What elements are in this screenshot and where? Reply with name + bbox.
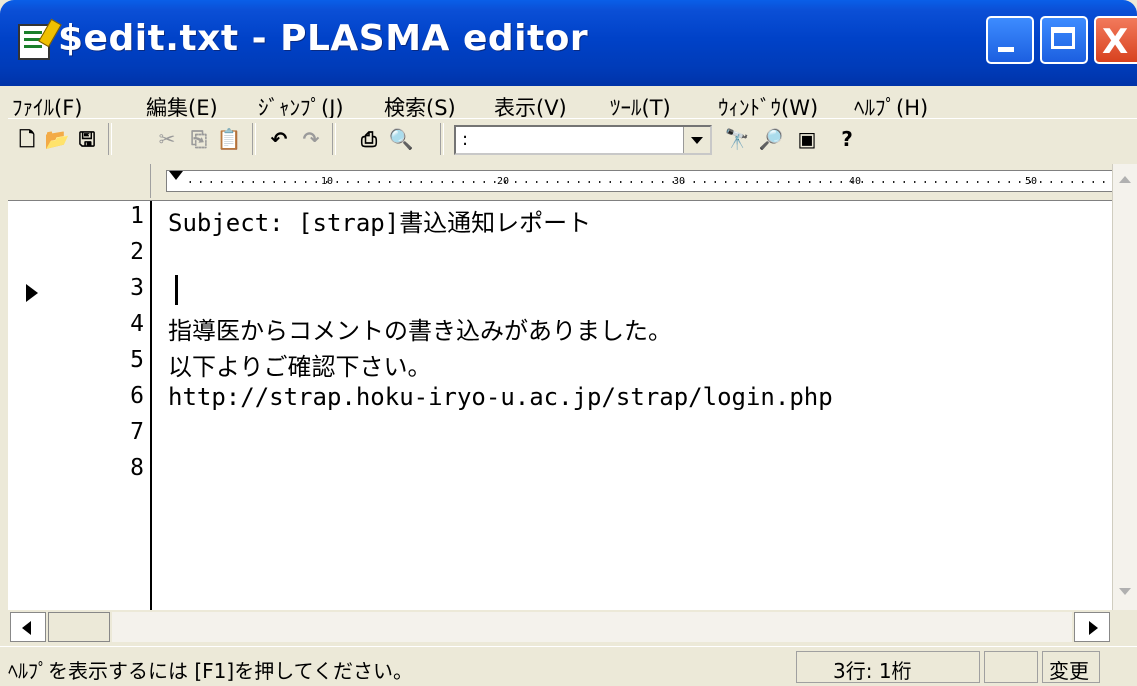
maximize-button[interactable] (1040, 16, 1088, 64)
ruler-row: 10 20 30 40 50 (8, 164, 1137, 200)
search-combo[interactable]: : (454, 125, 712, 155)
find-next-icon[interactable]: 🔎 (756, 124, 786, 154)
ruler[interactable]: 10 20 30 40 50 (166, 170, 1116, 192)
find-icon[interactable]: 🔭 (722, 124, 752, 154)
current-line-marker-icon (26, 284, 38, 302)
line-number: 7 (130, 419, 144, 445)
minimize-button[interactable] (986, 16, 1034, 64)
scrollbar-corner (1112, 610, 1137, 644)
vertical-scrollbar[interactable] (1112, 164, 1137, 610)
text-line: 以下よりご確認下さい。 (168, 353, 432, 381)
text-line: 指導医からコメントの書き込みがありました。 (168, 317, 672, 345)
app-icon[interactable] (18, 24, 50, 60)
line-number: 8 (130, 455, 144, 481)
line-number: 6 (130, 383, 144, 409)
new-file-icon[interactable]: 🗋 (12, 124, 42, 154)
ruler-cursor-marker (169, 171, 183, 180)
undo-icon[interactable]: ↶ (264, 124, 294, 154)
line-number: 4 (130, 311, 144, 337)
chevron-down-icon[interactable] (683, 127, 710, 153)
ruler-tick: 30 (673, 176, 686, 187)
toolbar-separator (332, 123, 336, 155)
ruler-tick: 50 (1025, 176, 1038, 187)
window-icon[interactable]: ▣ (792, 124, 822, 154)
scroll-thumb[interactable] (48, 612, 110, 642)
window-title: $edit.txt - PLASMA editor (58, 18, 589, 59)
title-bar[interactable]: $edit.txt - PLASMA editor X (0, 0, 1137, 86)
ruler-gutter (8, 164, 151, 198)
text-line: http://strap.hoku-iryo-u.ac.jp/strap/log… (168, 383, 833, 411)
text-editor[interactable]: 1 2 3 4 5 6 7 8 Subject: [strap]書込通知レポート… (8, 200, 1112, 611)
horizontal-scrollbar[interactable] (8, 610, 1112, 644)
cut-icon[interactable]: ✂ (152, 124, 182, 154)
status-help-text: ﾍﾙﾌﾟを表示するには [F1]を押してください。 (8, 659, 413, 683)
text-line: Subject: [strap]書込通知レポート (168, 209, 592, 237)
line-number: 2 (130, 239, 144, 265)
line-number: 1 (130, 203, 144, 229)
print-icon[interactable]: ⎙ (354, 124, 384, 154)
scroll-left-icon[interactable] (10, 612, 46, 642)
ruler-tick: 40 (849, 176, 862, 187)
line-number: 3 (130, 275, 144, 301)
scroll-down-icon[interactable] (1113, 580, 1137, 604)
print-preview-icon[interactable]: 🔍 (386, 124, 416, 154)
close-button[interactable]: X (1094, 16, 1137, 64)
scroll-track[interactable] (112, 612, 1072, 642)
paste-icon[interactable]: 📋 (214, 124, 244, 154)
save-icon[interactable]: 🖫 (72, 124, 102, 154)
toolbar-separator (252, 123, 256, 155)
ruler-tick: 10 (321, 176, 334, 187)
cursor-position: 3行: 1桁 (796, 651, 980, 683)
help-icon[interactable]: ? (832, 124, 862, 154)
close-icon: X (1102, 22, 1129, 62)
ruler-tick: 20 (497, 176, 510, 187)
status-pane-empty (984, 651, 1038, 683)
modified-indicator: 変更 (1042, 651, 1100, 683)
toolbar-separator (440, 123, 444, 155)
status-bar: ﾍﾙﾌﾟを表示するには [F1]を押してください。 3行: 1桁 変更 (0, 646, 1137, 686)
scroll-right-icon[interactable] (1074, 612, 1110, 642)
line-number: 5 (130, 347, 144, 373)
toolbar-separator (108, 123, 112, 155)
editor-window: $edit.txt - PLASMA editor X ﾌｧｲﾙ(F) 編集(E… (0, 0, 1137, 686)
resize-grip-icon[interactable] (1104, 651, 1134, 683)
open-folder-icon[interactable]: 📂 (42, 124, 72, 154)
scroll-up-icon[interactable] (1113, 168, 1137, 192)
toolbar: 🗋 📂 🖫 ✂ ⎘ 📋 ↶ ↷ ⎙ 🔍 : 🔭 🔎 ▣ ? (8, 118, 1137, 163)
text-caret (175, 275, 178, 305)
search-combo-value: : (462, 129, 469, 150)
copy-icon[interactable]: ⎘ (184, 124, 214, 154)
line-number-gutter: 1 2 3 4 5 6 7 8 (8, 201, 152, 611)
redo-icon[interactable]: ↷ (296, 124, 326, 154)
